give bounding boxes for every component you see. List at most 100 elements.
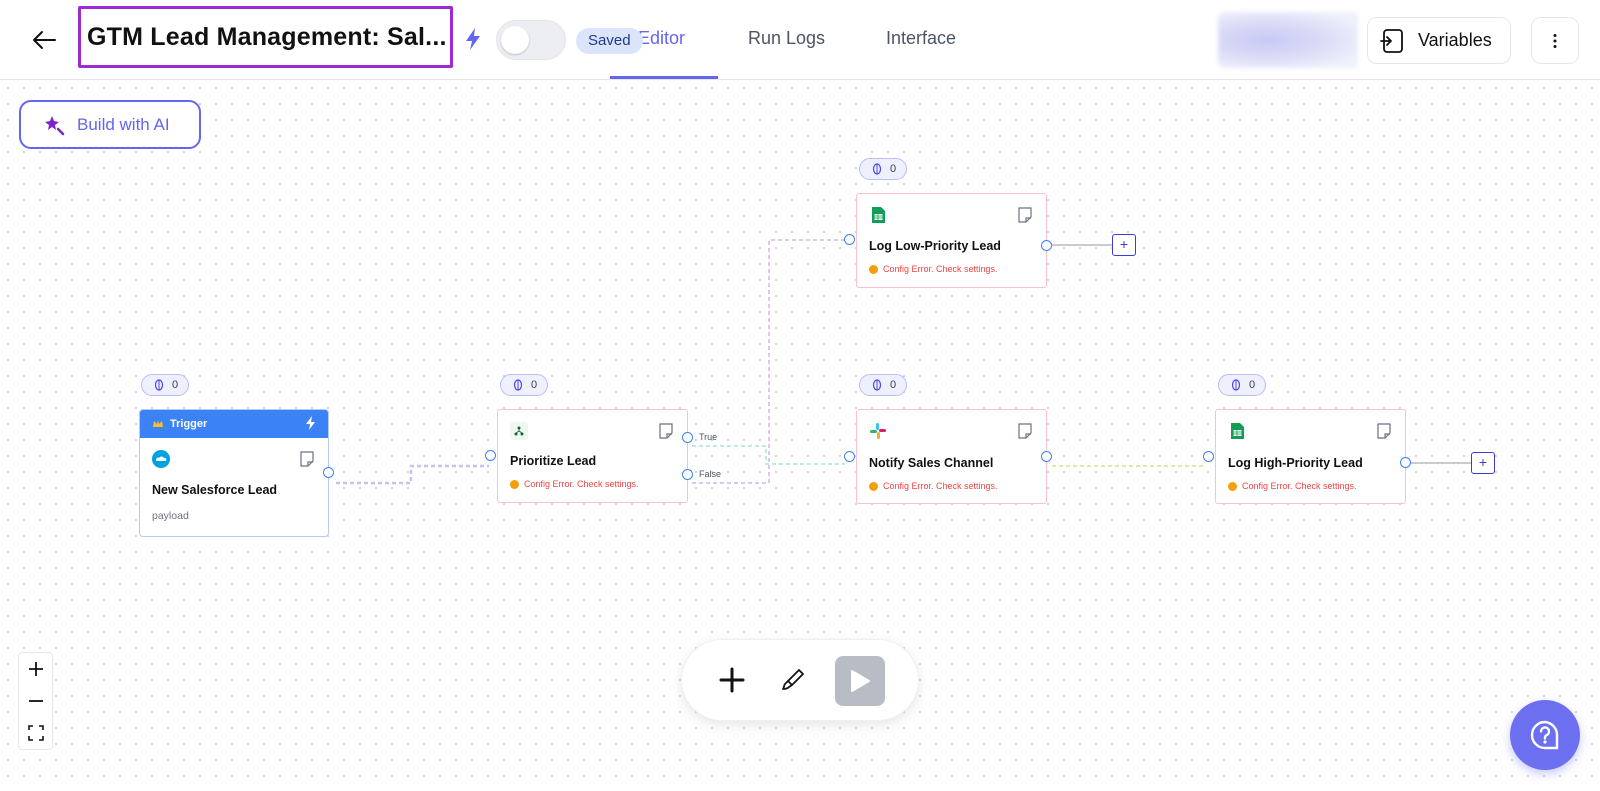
note-icon[interactable] bbox=[657, 422, 675, 440]
bolt-icon bbox=[306, 416, 315, 430]
log-high-priority-node[interactable]: Log High-Priority Lead Config Error. Che… bbox=[1215, 409, 1406, 504]
workflow-title[interactable]: GTM Lead Management: Sal... bbox=[78, 6, 453, 68]
log-high-output-port[interactable] bbox=[1400, 457, 1411, 468]
node-title: Log High-Priority Lead bbox=[1228, 456, 1363, 470]
active-toggle[interactable] bbox=[496, 20, 566, 60]
false-output-port[interactable] bbox=[682, 469, 693, 480]
back-button[interactable] bbox=[28, 24, 60, 56]
config-error-message: Config Error. Check settings. bbox=[510, 479, 639, 489]
prioritize-lead-node[interactable]: Prioritize Lead Config Error. Check sett… bbox=[497, 409, 688, 503]
trigger-header-label: Trigger bbox=[170, 418, 208, 430]
workflow-canvas[interactable]: Build with AI 0 0 0 0 0 Trigger New Sale… bbox=[0, 80, 1600, 791]
active-tab-indicator bbox=[610, 76, 718, 79]
minus-icon bbox=[28, 700, 43, 702]
toggle-knob bbox=[501, 26, 529, 54]
add-node-button[interactable] bbox=[716, 664, 748, 696]
tab-interface[interactable]: Interface bbox=[886, 28, 956, 49]
google-sheets-icon bbox=[1231, 423, 1244, 439]
edge-trigger-to-prioritize bbox=[336, 464, 489, 485]
counter-value: 0 bbox=[1249, 379, 1256, 391]
node-title: Prioritize Lead bbox=[510, 454, 597, 468]
variables-button[interactable]: Variables bbox=[1367, 17, 1511, 64]
zoom-controls bbox=[18, 652, 53, 750]
bolt-icon bbox=[466, 28, 480, 50]
notify-sales-channel-node[interactable]: Notify Sales Channel Config Error. Check… bbox=[856, 409, 1047, 504]
node-title: New Salesforce Lead bbox=[152, 483, 278, 497]
note-icon[interactable] bbox=[1375, 422, 1393, 440]
error-text: Config Error. Check settings. bbox=[524, 479, 639, 489]
warning-face-icon bbox=[510, 479, 519, 489]
false-edge-label: False bbox=[699, 469, 722, 479]
warning-face-icon bbox=[1228, 481, 1237, 491]
log-high-run-counter: 0 bbox=[1218, 374, 1266, 396]
notify-run-counter: 0 bbox=[859, 374, 907, 396]
canvas-toolbar bbox=[681, 639, 919, 721]
add-step-button[interactable]: + bbox=[1471, 452, 1495, 474]
plus-icon bbox=[28, 662, 43, 676]
log-low-priority-node[interactable]: Log Low-Priority Lead Config Error. Chec… bbox=[856, 193, 1047, 288]
tab-editor[interactable]: Editor bbox=[638, 28, 685, 49]
log-high-input-port[interactable] bbox=[1203, 451, 1214, 462]
more-options-button[interactable] bbox=[1531, 17, 1579, 64]
trigger-node[interactable]: Trigger New Salesforce Lead payload bbox=[139, 409, 329, 537]
config-error-message: Config Error. Check settings. bbox=[869, 481, 998, 491]
config-error-message: Config Error. Check settings. bbox=[1228, 481, 1357, 491]
variables-label: Variables bbox=[1418, 30, 1492, 50]
notify-input-port[interactable] bbox=[844, 451, 855, 462]
blurred-user-area bbox=[1218, 12, 1358, 68]
error-text: Config Error. Check settings. bbox=[1242, 481, 1357, 491]
zoom-out-button[interactable] bbox=[19, 685, 52, 717]
slack-icon bbox=[870, 423, 886, 439]
error-text: Config Error. Check settings. bbox=[883, 264, 998, 274]
log-low-output-port[interactable] bbox=[1041, 240, 1052, 251]
crown-icon bbox=[153, 420, 163, 427]
note-icon[interactable] bbox=[1016, 206, 1034, 224]
log-low-input-port[interactable] bbox=[844, 234, 855, 245]
coin-icon bbox=[154, 379, 164, 391]
log-low-run-counter: 0 bbox=[859, 158, 907, 180]
note-icon[interactable] bbox=[298, 450, 316, 468]
trigger-run-counter: 0 bbox=[141, 374, 189, 396]
warning-face-icon bbox=[869, 481, 878, 491]
tab-run-logs[interactable]: Run Logs bbox=[748, 28, 825, 49]
coin-icon bbox=[1231, 379, 1241, 391]
fit-view-button[interactable] bbox=[19, 717, 52, 749]
node-title: Log Low-Priority Lead bbox=[869, 239, 1001, 253]
trigger-header: Trigger bbox=[140, 410, 328, 438]
notify-output-port[interactable] bbox=[1041, 451, 1052, 462]
branch-icon bbox=[510, 422, 528, 440]
workflow-title-text: GTM Lead Management: Sal... bbox=[87, 22, 447, 51]
google-sheets-icon bbox=[872, 207, 885, 223]
warning-face-icon bbox=[869, 264, 878, 274]
salesforce-icon bbox=[152, 450, 170, 468]
add-step-button[interactable]: + bbox=[1112, 234, 1136, 256]
play-icon bbox=[851, 670, 870, 692]
arrow-left-icon bbox=[33, 31, 56, 49]
true-edge-label: True bbox=[699, 432, 718, 442]
counter-value: 0 bbox=[172, 379, 179, 391]
true-output-port[interactable] bbox=[682, 432, 693, 443]
counter-value: 0 bbox=[531, 379, 538, 391]
help-chat-icon bbox=[1530, 720, 1559, 750]
run-button[interactable] bbox=[835, 656, 885, 706]
coin-icon bbox=[513, 379, 523, 391]
brush-icon[interactable] bbox=[777, 664, 809, 696]
prioritize-input-port[interactable] bbox=[485, 450, 496, 461]
fullscreen-icon bbox=[27, 725, 44, 741]
coin-icon bbox=[872, 163, 882, 175]
trigger-output-port[interactable] bbox=[323, 467, 334, 478]
more-vertical-icon bbox=[1553, 33, 1557, 48]
note-icon[interactable] bbox=[1016, 422, 1034, 440]
prioritize-run-counter: 0 bbox=[500, 374, 548, 396]
variables-icon bbox=[1380, 28, 1403, 53]
top-bar: GTM Lead Management: Sal... Editor Saved… bbox=[0, 0, 1600, 80]
saved-badge: Saved bbox=[576, 28, 643, 54]
counter-value: 0 bbox=[890, 163, 897, 175]
node-subtitle: payload bbox=[152, 510, 189, 522]
error-text: Config Error. Check settings. bbox=[883, 481, 998, 491]
config-error-message: Config Error. Check settings. bbox=[869, 264, 998, 274]
counter-value: 0 bbox=[890, 379, 897, 391]
help-button[interactable] bbox=[1510, 700, 1580, 770]
zoom-in-button[interactable] bbox=[19, 653, 52, 685]
coin-icon bbox=[872, 379, 882, 391]
